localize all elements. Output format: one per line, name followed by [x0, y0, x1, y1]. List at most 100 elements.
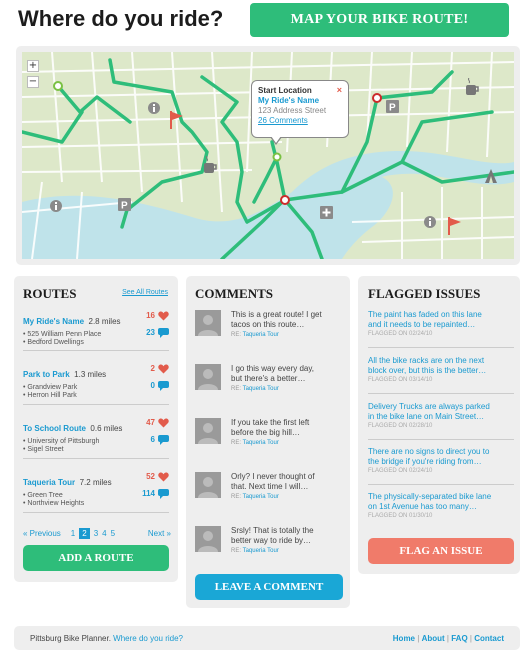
comment-bubble-icon[interactable]: [158, 328, 169, 338]
info-icon[interactable]: [50, 200, 62, 212]
comment-route-link[interactable]: Taqueria Tour: [243, 548, 279, 554]
campsite-icon[interactable]: [484, 168, 498, 184]
heart-icon[interactable]: [158, 418, 169, 428]
re-label: RE:: [231, 332, 242, 338]
contact-link[interactable]: Contact: [474, 634, 504, 643]
re-label: RE:: [231, 494, 242, 500]
comment-route-link[interactable]: Taqueria Tour: [243, 494, 279, 500]
next-page-link[interactable]: Next »: [148, 529, 171, 538]
issue-item[interactable]: The paint has faded on this lane and it …: [368, 310, 514, 337]
flag-icon[interactable]: [446, 216, 462, 236]
comment-text: If you take the first left: [231, 418, 310, 427]
issue-text[interactable]: All the bike racks are on the next: [368, 356, 514, 366]
svg-text:P: P: [389, 103, 396, 114]
popup-comments-link[interactable]: 26 Comments: [258, 116, 342, 126]
pagination: « Previous 1 2 3 4 5 Next »: [23, 528, 171, 539]
divider: [23, 350, 169, 351]
leave-comment-button[interactable]: LEAVE A COMMENT: [195, 574, 343, 600]
heart-icon[interactable]: [158, 311, 169, 321]
route-item[interactable]: To School Route 0.6 miles • University o…: [23, 418, 169, 453]
likes-count: 16: [146, 311, 155, 320]
route-item[interactable]: Park to Park 1.3 miles • Grandview Park …: [23, 364, 169, 399]
re-label: RE:: [231, 440, 242, 446]
heart-icon[interactable]: [158, 364, 169, 374]
faq-link[interactable]: FAQ: [451, 634, 467, 643]
comment-text: but there's a better…: [231, 374, 306, 383]
issue-date: FLAGGED ON 02/24/10: [368, 468, 433, 474]
route-item[interactable]: Taqueria Tour 7.2 miles • Green Tree • N…: [23, 472, 169, 507]
flagged-issues-title: FLAGGED ISSUES: [368, 286, 481, 301]
comment-route-link[interactable]: Taqueria Tour: [243, 440, 279, 446]
issue-date: FLAGGED ON 03/14/10: [368, 377, 433, 383]
parking-icon[interactable]: P: [386, 100, 399, 113]
route-distance: 2.8 miles: [88, 317, 121, 326]
issue-item[interactable]: The physically-separated bike lane on 1s…: [368, 492, 514, 519]
issue-text[interactable]: in the bike lane on Main Street…: [368, 412, 514, 422]
flag-icon[interactable]: [168, 110, 184, 130]
route-name[interactable]: To School Route: [23, 424, 86, 433]
parking-icon[interactable]: P: [118, 198, 131, 211]
divider: [23, 512, 169, 513]
issue-item[interactable]: Delivery Trucks are always parked in the…: [368, 402, 514, 429]
issue-text[interactable]: on 1st Avenue has too many…: [368, 502, 514, 512]
map[interactable]: + − P P × Start Location My Ride's Name …: [22, 52, 514, 259]
issue-text[interactable]: block over, but this is the better…: [368, 366, 514, 376]
footer-nav: Home | About | FAQ | Contact: [393, 634, 504, 643]
map-route-button[interactable]: MAP YOUR BIKE ROUTE!: [250, 3, 509, 37]
issue-text[interactable]: The paint has faded on this lane: [368, 310, 514, 320]
issue-text[interactable]: There are no signs to direct you to: [368, 447, 514, 457]
close-icon[interactable]: ×: [337, 85, 342, 95]
separator: |: [469, 634, 472, 643]
home-link[interactable]: Home: [393, 634, 415, 643]
info-icon[interactable]: [424, 216, 436, 228]
route-end: • Bedford Dwellings: [23, 339, 84, 346]
comment-bubble-icon[interactable]: [158, 489, 169, 499]
separator: |: [446, 634, 449, 643]
avatar: [195, 418, 221, 444]
heart-icon[interactable]: [158, 472, 169, 482]
comment-text: before the big hill…: [231, 428, 300, 437]
zoom-in-button[interactable]: +: [27, 60, 39, 72]
issue-text[interactable]: the bridge if you're riding from…: [368, 457, 514, 467]
issue-text[interactable]: The physically-separated bike lane: [368, 492, 514, 502]
current-page[interactable]: 2: [79, 528, 90, 539]
route-item[interactable]: My Ride's Name 2.8 miles • 525 William P…: [23, 311, 169, 346]
add-route-button[interactable]: ADD A ROUTE: [23, 545, 169, 571]
page-link[interactable]: 4: [102, 529, 106, 538]
comment-bubble-icon[interactable]: [158, 435, 169, 445]
footer-tagline-link[interactable]: Where do you ride?: [113, 634, 183, 643]
location-popup: × Start Location My Ride's Name 123 Addr…: [251, 80, 349, 145]
route-name[interactable]: Park to Park: [23, 370, 70, 379]
first-aid-icon[interactable]: [320, 206, 333, 219]
comment-text: better way to ride by…: [231, 536, 312, 545]
route-name[interactable]: My Ride's Name: [23, 317, 84, 326]
info-icon[interactable]: [148, 102, 160, 114]
comment-route-link[interactable]: Taqueria Tour: [243, 332, 279, 338]
page-link[interactable]: 5: [111, 529, 115, 538]
route-end: • Northview Heights: [23, 500, 85, 507]
issue-date: FLAGGED ON 02/28/10: [368, 423, 433, 429]
previous-page-link[interactable]: « Previous: [23, 529, 61, 538]
coffee-icon[interactable]: [202, 156, 218, 174]
svg-text:P: P: [121, 201, 128, 212]
popup-route-name[interactable]: My Ride's Name: [258, 96, 342, 106]
divider: [368, 347, 514, 348]
issue-text[interactable]: and it needs to be repainted…: [368, 320, 514, 330]
page-link[interactable]: 3: [94, 529, 98, 538]
page-title: Where do you ride?: [18, 6, 224, 31]
issue-item[interactable]: All the bike racks are on the next block…: [368, 356, 514, 383]
coffee-icon[interactable]: [464, 78, 480, 96]
see-all-routes-link[interactable]: See All Routes: [122, 289, 168, 296]
issue-text[interactable]: Delivery Trucks are always parked: [368, 402, 514, 412]
issue-item[interactable]: There are no signs to direct you to the …: [368, 447, 514, 474]
comment-text: tacos on this route…: [231, 320, 305, 329]
comment-route-link[interactable]: Taqueria Tour: [243, 386, 279, 392]
about-link[interactable]: About: [422, 634, 445, 643]
comment-bubble-icon[interactable]: [158, 381, 169, 391]
flag-issue-button[interactable]: FLAG AN ISSUE: [368, 538, 514, 564]
zoom-out-button[interactable]: −: [27, 76, 39, 88]
page-link[interactable]: 1: [71, 529, 75, 538]
route-name[interactable]: Taqueria Tour: [23, 478, 75, 487]
comments-count: 23: [146, 328, 155, 337]
divider: [368, 439, 514, 440]
